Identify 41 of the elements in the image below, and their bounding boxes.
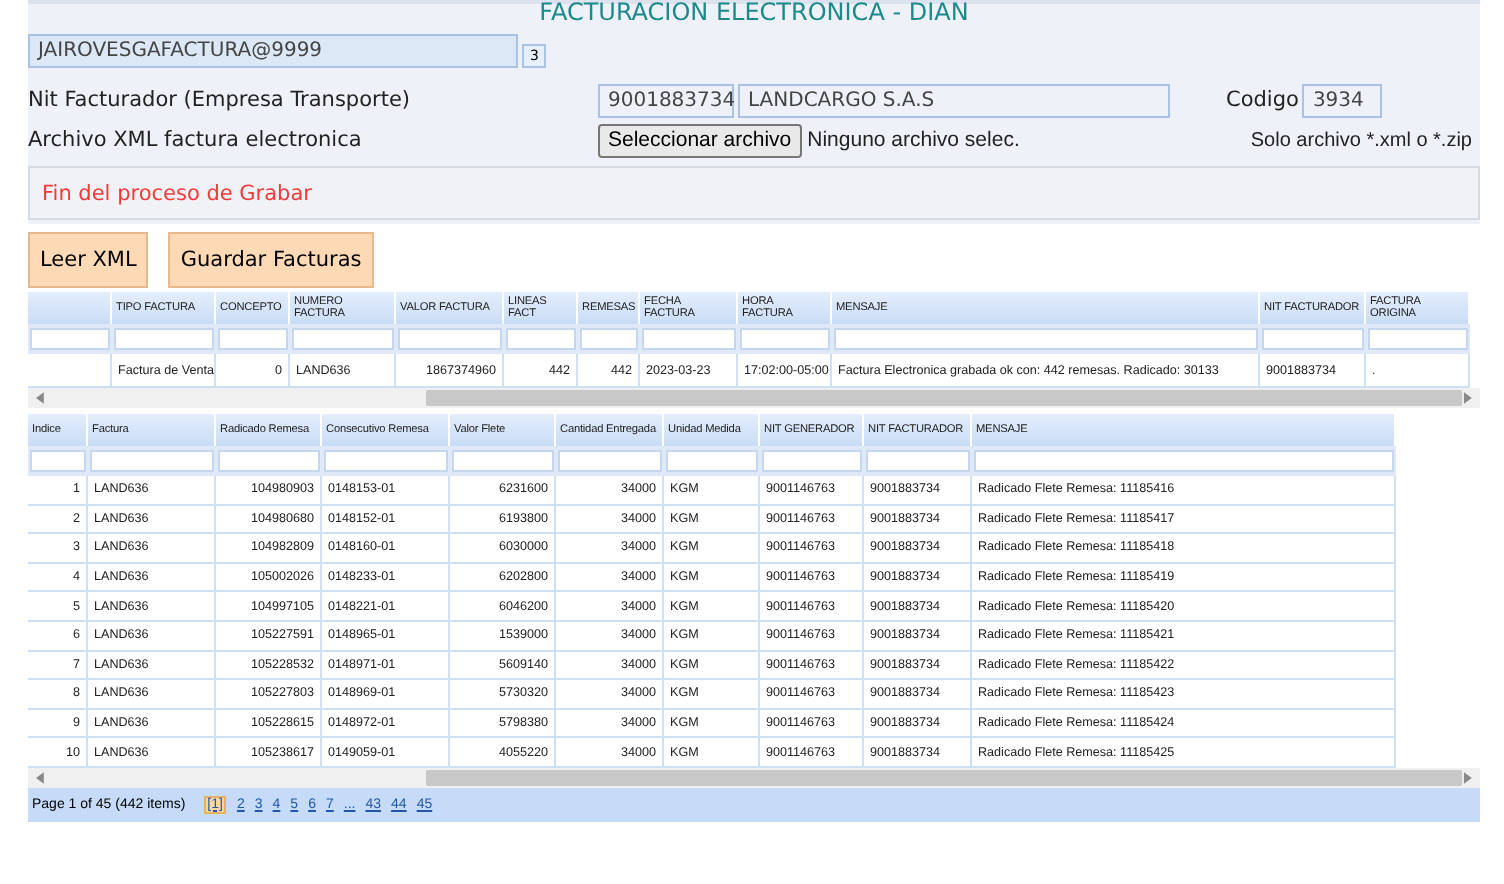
file-hint: Solo archivo *.xml o *.zip [1250, 129, 1472, 151]
status-message: Fin del proceso de Grabar [42, 181, 312, 205]
company-field[interactable]: LANDCARGO S.A.S [738, 83, 1170, 117]
filter-field[interactable] [398, 328, 502, 350]
filter-field[interactable] [558, 450, 662, 472]
filter-field[interactable] [974, 450, 1394, 472]
filter-field[interactable] [666, 450, 758, 472]
nit-field[interactable]: 9001883734 [598, 83, 734, 117]
filter-field[interactable] [324, 450, 448, 472]
page-title: FACTURACION ELECTRONICA - DIAN [537, 0, 971, 28]
filter-field[interactable] [642, 328, 736, 350]
filter-field[interactable] [218, 328, 288, 350]
filter-field[interactable] [762, 450, 862, 472]
choose-file-button[interactable]: Seleccionar archivo [598, 123, 802, 157]
codigo-label: Codigo [1226, 88, 1299, 112]
column-header [28, 292, 112, 324]
scrollbar-thumb[interactable] [425, 390, 1463, 406]
action-button[interactable]: Guardar Facturas [168, 232, 374, 288]
filter-field[interactable] [506, 328, 576, 350]
file-label: Archivo XML factura electronica [28, 128, 364, 152]
codigo-field[interactable]: 3934 [1302, 83, 1383, 117]
filter-field[interactable] [452, 450, 554, 472]
filter-field[interactable] [580, 328, 638, 350]
nit-label: Nit Facturador (Empresa Transporte) [28, 88, 413, 112]
filter-field[interactable] [866, 450, 970, 472]
filter-field[interactable] [30, 328, 110, 350]
filter-field[interactable] [1368, 328, 1468, 350]
scrollbar-thumb[interactable] [425, 769, 1463, 786]
filter-field[interactable] [1262, 328, 1364, 350]
scroll-left-icon[interactable] [36, 392, 46, 404]
filter-field[interactable] [834, 328, 1258, 350]
filter-field[interactable] [218, 450, 320, 472]
filter-field[interactable] [30, 450, 86, 472]
filter-field[interactable] [740, 328, 830, 350]
filter-field[interactable] [292, 328, 394, 350]
filter-field[interactable] [90, 450, 214, 472]
scroll-left-icon[interactable] [36, 771, 46, 784]
filter-field[interactable] [114, 328, 214, 350]
action-button[interactable]: Leer XML [28, 232, 149, 288]
file-status: Ninguno archivo selec. [807, 128, 1020, 152]
user-field[interactable]: JAIROVESGAFACTURA@9999 [28, 33, 518, 67]
